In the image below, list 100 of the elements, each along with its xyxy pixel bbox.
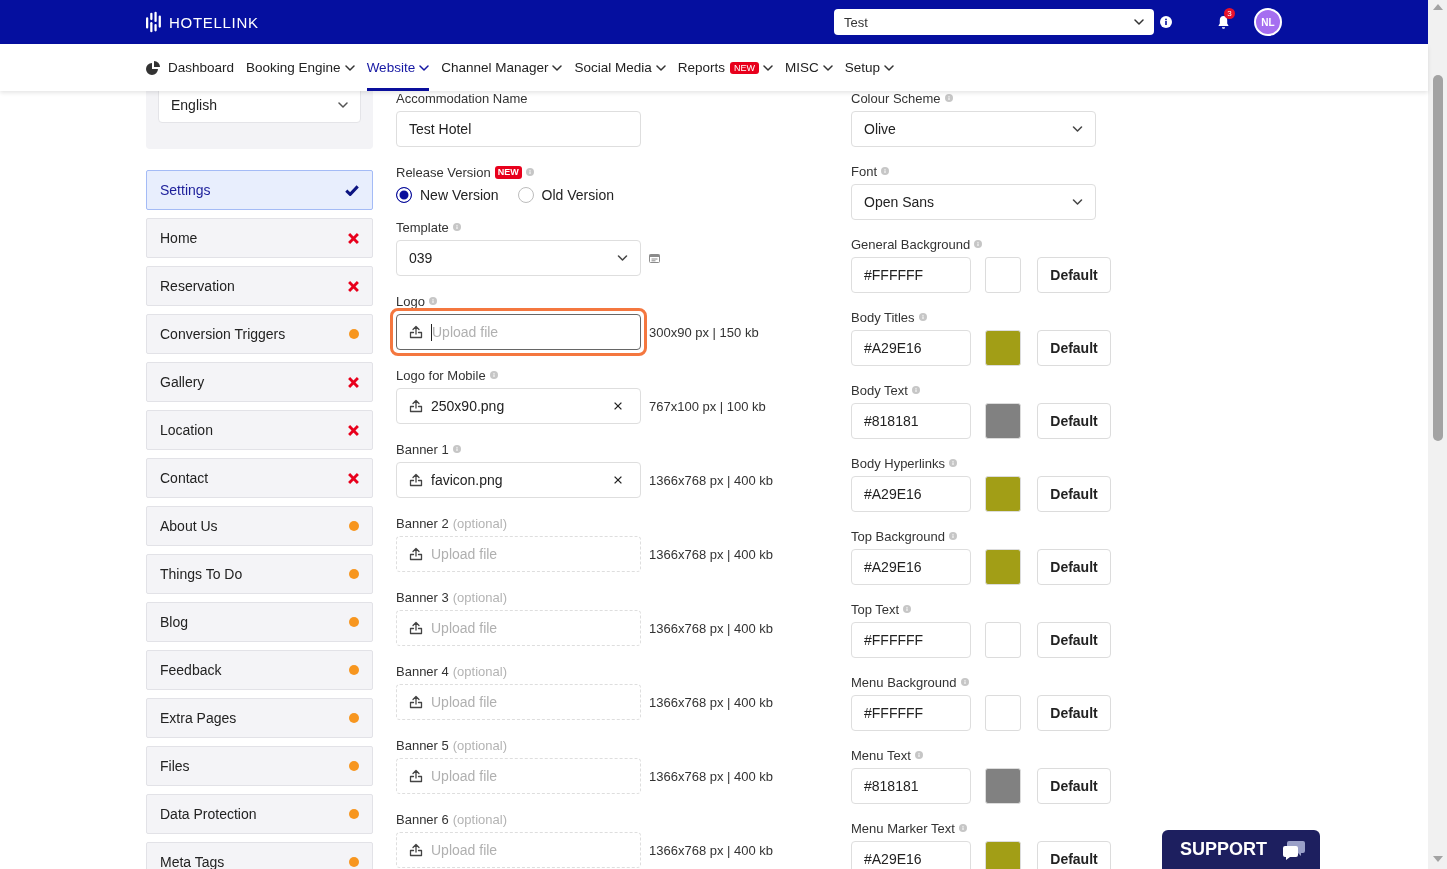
size-hint: 767x100 px | 100 kb bbox=[649, 398, 766, 414]
sidebar-item[interactable]: Gallery bbox=[146, 362, 373, 402]
sidebar-item[interactable]: Location bbox=[146, 410, 373, 450]
sidebar-item[interactable]: Meta Tags bbox=[146, 842, 373, 869]
scrollbar[interactable] bbox=[1428, 0, 1447, 869]
sidebar-item[interactable]: Feedback bbox=[146, 650, 373, 690]
status-dot-icon bbox=[349, 329, 359, 339]
nav-item[interactable]: Channel Manager bbox=[441, 44, 563, 91]
upload-icon bbox=[409, 695, 423, 709]
swatch-icon[interactable] bbox=[985, 403, 1021, 439]
default-button[interactable]: Default bbox=[1037, 257, 1111, 293]
hex-field[interactable]: #FFFFFF bbox=[851, 622, 971, 658]
field-label: General Background bbox=[851, 236, 971, 252]
default-button[interactable]: Default bbox=[1037, 622, 1111, 658]
nav-item[interactable]: Social Media bbox=[574, 44, 666, 91]
select-field[interactable]: 039 bbox=[396, 240, 641, 276]
field-label: Banner 5 bbox=[396, 737, 449, 753]
optional-note: (optional) bbox=[452, 515, 507, 531]
select-field[interactable]: Olive bbox=[851, 111, 1096, 147]
default-button[interactable]: Default bbox=[1037, 768, 1111, 804]
upload-field[interactable]: 250x90.png bbox=[396, 388, 641, 424]
window-icon[interactable] bbox=[649, 253, 660, 263]
hex-field[interactable]: #818181 bbox=[851, 403, 971, 439]
radio-button[interactable] bbox=[517, 187, 534, 203]
sidebar-item[interactable]: Data Protection bbox=[146, 794, 373, 834]
clear-icon[interactable] bbox=[614, 476, 622, 484]
support-button[interactable]: SUPPORT bbox=[1162, 830, 1320, 869]
default-button[interactable]: Default bbox=[1037, 841, 1111, 869]
sidebar-item[interactable]: Blog bbox=[146, 602, 373, 642]
hex-field[interactable]: #A29E16 bbox=[851, 549, 971, 585]
size-hint: 1366x768 px | 400 kb bbox=[649, 768, 774, 784]
size-hint: 300x90 px | 150 kb bbox=[649, 324, 759, 340]
radio-button[interactable] bbox=[396, 187, 412, 203]
select-field[interactable]: Open Sans bbox=[851, 184, 1096, 220]
status-dot-icon bbox=[349, 521, 359, 531]
status-dot-icon bbox=[349, 809, 359, 819]
upload-icon bbox=[409, 547, 423, 561]
default-button[interactable]: Default bbox=[1037, 476, 1111, 512]
upload-icon bbox=[409, 473, 423, 487]
bell-icon[interactable] bbox=[1217, 14, 1230, 30]
size-hint: 1366x768 px | 400 kb bbox=[649, 472, 774, 488]
default-button[interactable]: Default bbox=[1037, 695, 1111, 731]
language-select[interactable]: English bbox=[158, 91, 361, 123]
default-button[interactable]: Default bbox=[1037, 549, 1111, 585]
chevron-down-icon bbox=[344, 64, 355, 71]
hex-field[interactable]: #FFFFFF bbox=[851, 257, 971, 293]
swatch-icon[interactable] bbox=[985, 257, 1021, 293]
sidebar-item[interactable]: Home bbox=[146, 218, 373, 258]
radio-label[interactable]: New Version bbox=[420, 187, 499, 203]
cross-icon bbox=[348, 232, 359, 244]
swatch-icon[interactable] bbox=[985, 476, 1021, 512]
nav-item[interactable]: Reports NEW bbox=[677, 44, 774, 91]
scrollbar-thumb[interactable] bbox=[1432, 75, 1443, 441]
sidebar-item[interactable]: Reservation bbox=[146, 266, 373, 306]
field-label: Template bbox=[396, 219, 449, 235]
swatch-icon[interactable] bbox=[985, 549, 1021, 585]
default-button[interactable]: Default bbox=[1037, 330, 1111, 366]
radio-label[interactable]: Old Version bbox=[541, 187, 614, 203]
nav-item[interactable]: Dashboard bbox=[146, 44, 235, 91]
upload-field[interactable]: favicon.png bbox=[396, 462, 641, 498]
upload-icon bbox=[409, 621, 423, 635]
clear-icon[interactable] bbox=[614, 402, 622, 410]
swatch-icon[interactable] bbox=[985, 768, 1021, 804]
default-button[interactable]: Default bbox=[1037, 403, 1111, 439]
field-label: Top Text bbox=[851, 601, 900, 617]
field-label: Colour Scheme bbox=[851, 91, 941, 106]
hex-field[interactable]: #A29E16 bbox=[851, 841, 971, 869]
sidebar-item[interactable]: Settings bbox=[146, 170, 373, 210]
property-select[interactable]: Test bbox=[834, 9, 1154, 35]
hex-field[interactable]: #818181 bbox=[851, 768, 971, 804]
sidebar-item[interactable]: Files bbox=[146, 746, 373, 786]
sidebar-item[interactable]: Conversion Triggers bbox=[146, 314, 373, 354]
swatch-icon[interactable] bbox=[985, 841, 1021, 869]
hex-field[interactable]: #FFFFFF bbox=[851, 695, 971, 731]
text-field[interactable]: Test Hotel bbox=[396, 111, 641, 147]
sidebar-item[interactable]: Things To Do bbox=[146, 554, 373, 594]
info-icon[interactable] bbox=[1160, 16, 1172, 28]
field-label: Banner 6 bbox=[396, 811, 449, 827]
size-hint: 1366x768 px | 400 kb bbox=[649, 842, 774, 858]
logo-icon bbox=[146, 11, 161, 33]
sidebar-item[interactable]: About Us bbox=[146, 506, 373, 546]
nav-item[interactable]: Setup bbox=[844, 44, 895, 91]
field-label: Body Text bbox=[851, 382, 908, 398]
size-hint: 1366x768 px | 400 kb bbox=[649, 620, 774, 636]
hex-field[interactable]: #A29E16 bbox=[851, 476, 971, 512]
swatch-icon[interactable] bbox=[985, 622, 1021, 658]
optional-note: (optional) bbox=[452, 663, 507, 679]
status-dot-icon bbox=[349, 665, 359, 675]
nav-item[interactable]: MISC bbox=[785, 44, 833, 91]
scroll-up-icon[interactable] bbox=[1432, 4, 1443, 10]
size-hint: 1366x768 px | 400 kb bbox=[649, 694, 774, 710]
swatch-icon[interactable] bbox=[985, 695, 1021, 731]
status-dot-icon bbox=[349, 569, 359, 579]
chevron-down-icon bbox=[1072, 126, 1083, 132]
hex-field[interactable]: #A29E16 bbox=[851, 330, 971, 366]
swatch-icon[interactable] bbox=[985, 330, 1021, 366]
scroll-down-icon[interactable] bbox=[1432, 856, 1443, 862]
sidebar-item[interactable]: Extra Pages bbox=[146, 698, 373, 738]
sidebar-item[interactable]: Contact bbox=[146, 458, 373, 498]
nav-item[interactable]: Booking Engine bbox=[246, 44, 355, 91]
